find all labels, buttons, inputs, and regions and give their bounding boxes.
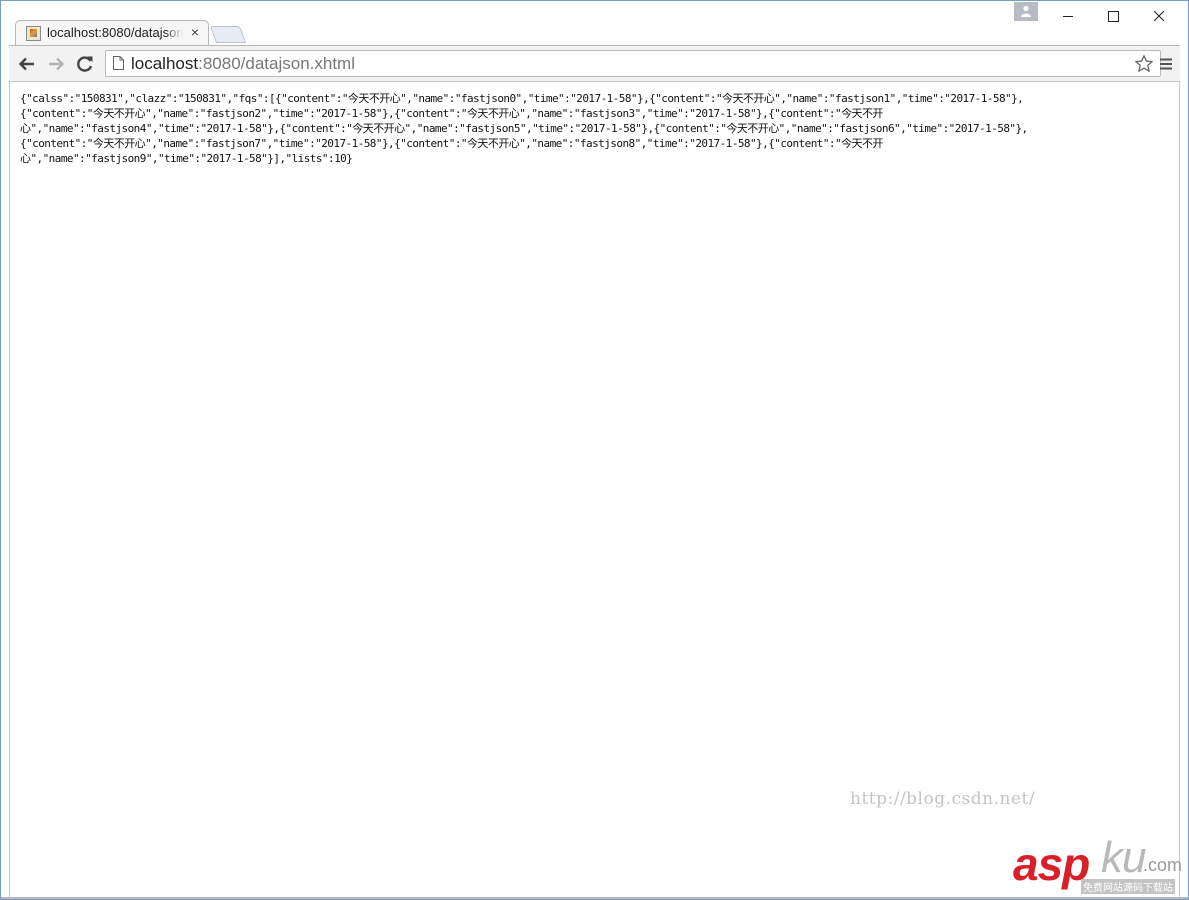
back-arrow-icon — [18, 57, 34, 71]
tab-strip: localhost:8080/datajson.xhtml × — [1, 1, 1188, 46]
maximize-icon — [1108, 11, 1119, 22]
close-window-icon — [1153, 10, 1165, 22]
watermark-url: http://blog.csdn.net/ — [850, 789, 1036, 809]
back-button[interactable] — [16, 53, 38, 75]
hamburger-menu-icon — [1160, 58, 1172, 70]
watermark-logo-com: .com — [1143, 855, 1183, 875]
bookmark-star-button[interactable] — [1134, 54, 1154, 74]
star-icon — [1135, 55, 1153, 72]
menu-button[interactable] — [1157, 55, 1175, 73]
reload-icon — [77, 56, 93, 72]
forward-button[interactable] — [45, 53, 67, 75]
watermark-logo: asp ku .com 免费网站源码下载站 — [1013, 833, 1183, 899]
page-icon — [113, 56, 124, 70]
address-bar[interactable]: localhost:8080/datajson.xhtml — [105, 50, 1161, 77]
watermark-logo-ku: ku — [1101, 833, 1146, 882]
browser-window: localhost:8080/datajson.xhtml × — [0, 0, 1189, 900]
tab-title: localhost:8080/datajson.xhtml — [47, 25, 183, 40]
url-host: localhost — [131, 54, 199, 73]
maximize-button[interactable] — [1090, 1, 1136, 31]
watermark-logo-asp: asp — [1013, 838, 1090, 890]
reload-button[interactable] — [74, 53, 96, 75]
new-tab-button[interactable] — [209, 26, 247, 43]
profile-button[interactable] — [1014, 2, 1038, 21]
forward-arrow-icon — [49, 57, 65, 71]
active-tab[interactable]: localhost:8080/datajson.xhtml × — [15, 20, 209, 46]
profile-icon — [1021, 5, 1031, 17]
tab-close-icon[interactable]: × — [188, 24, 202, 40]
window-bottom-edge — [1, 897, 1188, 899]
minimize-icon — [1063, 16, 1073, 17]
minimize-button[interactable] — [1045, 1, 1091, 31]
watermark-logo-subtitle: 免费网站源码下载站 — [1081, 879, 1175, 894]
browser-toolbar: localhost:8080/datajson.xhtml — [9, 45, 1180, 82]
url-text[interactable]: localhost:8080/datajson.xhtml — [131, 54, 355, 74]
close-window-button[interactable] — [1136, 1, 1182, 31]
page-favicon-icon — [26, 26, 41, 41]
title-bar: localhost:8080/datajson.xhtml × — [1, 1, 1188, 46]
url-path: :8080/datajson.xhtml — [198, 54, 355, 73]
json-response-text: {"calss":"150831","clazz":"150831","fqs"… — [20, 92, 1028, 165]
page-viewport[interactable]: {"calss":"150831","clazz":"150831","fqs"… — [9, 82, 1180, 897]
